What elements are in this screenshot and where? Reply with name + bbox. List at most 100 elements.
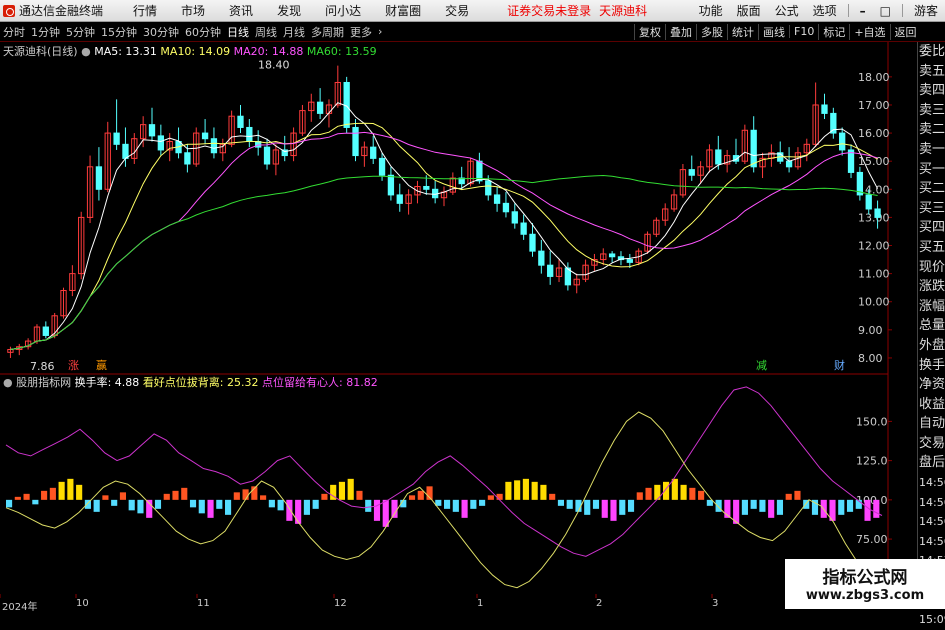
sub-bar xyxy=(365,499,372,512)
sidebar-item[interactable]: 涨跌 xyxy=(918,277,945,297)
maximize-icon[interactable]: □ xyxy=(873,4,898,18)
sidebar-item[interactable]: 委比 xyxy=(918,42,945,62)
main-chart-info: 天源迪科(日线) ● MA5: 13.31 MA10: 14.09 MA20: … xyxy=(3,43,377,59)
sidebar-item[interactable]: 卖三 xyxy=(918,101,945,121)
sub-bar xyxy=(680,484,687,500)
overlay-button[interactable]: 叠加 xyxy=(665,23,696,40)
sub-bar xyxy=(514,480,521,500)
sidebar-item[interactable]: 外盘 xyxy=(918,336,945,356)
minimize-icon[interactable]: – xyxy=(853,4,873,18)
sidebar-item[interactable]: 买四 xyxy=(918,218,945,238)
period-tab-1min[interactable]: 1分钟 xyxy=(28,24,63,40)
trade-login-warning[interactable]: 证券交易未登录 xyxy=(507,2,591,19)
sidebar-item[interactable]: 买一 xyxy=(918,160,945,180)
user-label[interactable]: 游客 xyxy=(907,2,945,19)
period-tab-5min[interactable]: 5分钟 xyxy=(63,24,98,40)
sidebar-item[interactable]: 买二 xyxy=(918,179,945,199)
sub-bar xyxy=(76,484,83,500)
restore-right-button[interactable]: 复权 xyxy=(634,23,665,40)
period-tab-multi[interactable]: 多周期 xyxy=(308,24,347,40)
draw-line-button[interactable]: 画线 xyxy=(758,23,789,40)
sidebar-item[interactable]: 交易 xyxy=(918,434,945,454)
sub-bar xyxy=(189,499,197,508)
sidebar-item[interactable]: 现价 xyxy=(918,258,945,278)
price-tick-label: 11.00 xyxy=(858,268,890,281)
sub-bar xyxy=(873,499,880,518)
menu-trade[interactable]: 交易 xyxy=(433,2,481,19)
tag-jian: 减 xyxy=(756,359,767,372)
sub-settings-circle-icon[interactable]: ● xyxy=(3,376,13,389)
menu-ask[interactable]: 问小达 xyxy=(313,2,373,19)
sidebar-item[interactable]: 买五 xyxy=(918,238,945,258)
add-watchlist-button[interactable]: +自选 xyxy=(849,23,889,40)
sub-bar xyxy=(137,499,144,514)
sub-bar xyxy=(487,495,494,500)
chevron-right-icon[interactable]: › xyxy=(375,25,385,38)
menu-options[interactable]: 选项 xyxy=(806,2,844,19)
menu-function[interactable]: 功能 xyxy=(692,2,730,19)
sidebar-item[interactable]: 总量 xyxy=(918,316,945,336)
menu-formula[interactable]: 公式 xyxy=(768,2,806,19)
sub-bar xyxy=(566,499,573,509)
sidebar-item[interactable]: 盘后 xyxy=(918,453,945,473)
sub-bar xyxy=(540,484,547,500)
candle-body xyxy=(122,143,129,159)
sub-chart-title[interactable]: 股朋指标网 xyxy=(16,376,71,389)
sidebar-item[interactable]: 买三 xyxy=(918,199,945,219)
sub-bar xyxy=(277,499,284,511)
sub-bar xyxy=(119,492,127,500)
f10-button[interactable]: F10 xyxy=(789,25,818,38)
period-tab-more[interactable]: 更多 xyxy=(347,24,375,40)
candle-body xyxy=(847,149,855,173)
watermark-url: www.zbgs3.com xyxy=(805,588,925,603)
sidebar-item[interactable]: 换手 xyxy=(918,356,945,376)
candle-body xyxy=(502,202,510,213)
sidebar-item[interactable]: 净资 xyxy=(918,375,945,395)
candlestick-chart[interactable]: 18.0017.0016.0015.0014.0013.0012.0011.00… xyxy=(0,42,917,598)
date-tick-label: 3 xyxy=(712,598,719,609)
mark-button[interactable]: 标记 xyxy=(818,23,849,40)
sub-bar xyxy=(645,487,652,500)
menu-wealth[interactable]: 财富圈 xyxy=(373,2,433,19)
sidebar-item[interactable]: 收益 xyxy=(918,395,945,415)
sidebar-item[interactable]: 自动 xyxy=(918,414,945,434)
statistics-button[interactable]: 统计 xyxy=(727,23,758,40)
candle-body xyxy=(511,211,518,224)
period-tab-daily[interactable]: 日线 xyxy=(224,24,252,40)
sidebar-item[interactable]: 涨幅 xyxy=(918,297,945,317)
sidebar-item[interactable]: 15:09 xyxy=(918,610,945,630)
period-tab-intraday[interactable]: 分时 xyxy=(0,24,28,40)
date-axis: 2024年 10 11 12 1 2 3 xyxy=(0,598,917,613)
menu-market[interactable]: 行情 xyxy=(121,2,169,19)
price-tick-label: 12.00 xyxy=(858,240,890,253)
period-tab-30min[interactable]: 30分钟 xyxy=(140,24,182,40)
indicator1-label: 看好点位拔背离: 25.32 xyxy=(142,376,259,389)
sub-tick-label: 125.0 xyxy=(856,455,888,468)
sidebar-item[interactable]: 14:56 xyxy=(918,512,945,532)
sidebar-item[interactable]: 卖四 xyxy=(918,81,945,101)
sidebar-item[interactable]: 14:56 xyxy=(918,473,945,493)
sub-bar xyxy=(58,481,65,500)
sub-bar xyxy=(741,499,748,515)
sidebar-item[interactable]: 卖五 xyxy=(918,62,945,82)
menu-exchange[interactable]: 市场 xyxy=(169,2,217,19)
sidebar-item[interactable]: 14:56 xyxy=(918,532,945,552)
back-button[interactable]: 返回 xyxy=(889,23,921,40)
chart-title[interactable]: 天源迪科(日线) xyxy=(3,45,78,58)
candle-body xyxy=(785,160,793,168)
menu-layout[interactable]: 版面 xyxy=(730,2,768,19)
sub-bar xyxy=(32,499,39,505)
sidebar-item[interactable]: 卖二 xyxy=(918,120,945,140)
period-tab-weekly[interactable]: 周线 xyxy=(252,24,280,40)
settings-circle-icon[interactable]: ● xyxy=(81,45,91,58)
period-tab-15min[interactable]: 15分钟 xyxy=(98,24,140,40)
multi-stock-button[interactable]: 多股 xyxy=(696,23,727,40)
sidebar-item[interactable]: 14:56 xyxy=(918,493,945,513)
sidebar-item[interactable]: 卖一 xyxy=(918,140,945,160)
menu-news[interactable]: 资讯 xyxy=(217,2,265,19)
sub-bar xyxy=(14,496,21,500)
period-tab-monthly[interactable]: 月线 xyxy=(280,24,308,40)
chart-area[interactable]: 18.00 17.00 16.00 15.00 14.00 13.00 12.00 11.00… xyxy=(0,42,917,598)
menu-discover[interactable]: 发现 xyxy=(265,2,313,19)
period-tab-60min[interactable]: 60分钟 xyxy=(182,24,224,40)
